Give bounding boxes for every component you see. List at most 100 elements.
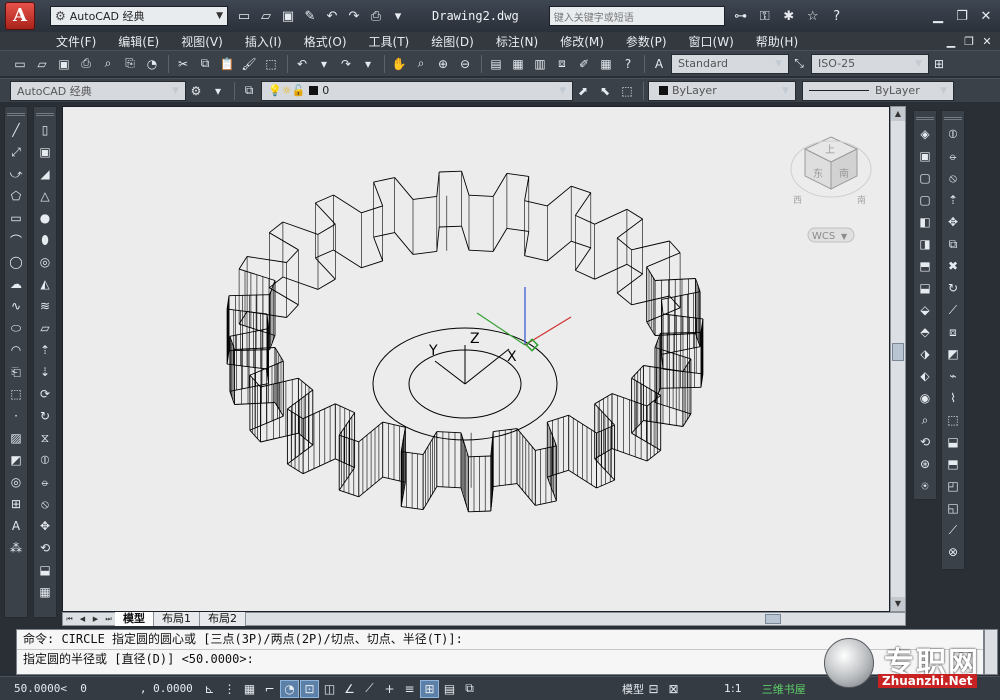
rectangle-icon[interactable]: ▭: [6, 208, 26, 228]
intersect-icon[interactable]: ⦸: [943, 168, 963, 188]
menu-edit[interactable]: 编辑(E): [118, 33, 159, 50]
line-icon[interactable]: ╱: [6, 120, 26, 140]
3d-dwf-icon[interactable]: ◔: [142, 54, 162, 74]
communication-center-icon[interactable]: ✱: [779, 6, 799, 26]
drawing-minimize-icon[interactable]: ▁: [944, 35, 958, 48]
menu-tools[interactable]: 工具(T): [369, 33, 410, 50]
table-style-icon[interactable]: ⊞: [929, 54, 949, 74]
transparency-icon[interactable]: ⊞: [420, 679, 439, 698]
drawing-restore-icon[interactable]: ❐: [962, 35, 976, 48]
text-style-icon[interactable]: A: [649, 54, 669, 74]
plot-icon[interactable]: ⎙: [76, 54, 96, 74]
helix-icon[interactable]: ≋: [35, 296, 55, 316]
region-icon[interactable]: ◎: [6, 472, 26, 492]
workspace-switcher[interactable]: ⚙ AutoCAD 经典 ▼: [50, 6, 228, 26]
menu-draw[interactable]: 绘图(D): [431, 33, 474, 50]
view-top-icon[interactable]: ⬒: [915, 256, 935, 276]
dynamic-input-icon[interactable]: +: [380, 680, 399, 698]
multiline-text-icon[interactable]: A: [6, 516, 26, 536]
ellipse-icon[interactable]: ⬭: [6, 318, 26, 338]
menu-help[interactable]: 帮助(H): [756, 33, 798, 50]
offset-faces-icon[interactable]: ⧉: [943, 234, 963, 254]
object-snap-tracking-icon[interactable]: ∠: [340, 680, 359, 698]
wcs-menu-button[interactable]: WCS ▼: [807, 227, 855, 243]
menu-insert[interactable]: 插入(I): [245, 33, 282, 50]
se-iso-icon[interactable]: ⬘: [915, 322, 935, 342]
zoom-window-icon[interactable]: ⊕: [433, 54, 453, 74]
pyramid-icon[interactable]: ◭: [35, 274, 55, 294]
open-folder-icon[interactable]: ▱: [256, 6, 276, 26]
toolbar-grip[interactable]: [944, 117, 962, 120]
zoom-extents-icon[interactable]: ⌕: [915, 410, 935, 430]
layer-previous-icon[interactable]: ⬉: [595, 81, 615, 101]
nw-iso-icon[interactable]: ⬖: [915, 366, 935, 386]
tab-layout2[interactable]: 布局2: [200, 612, 246, 626]
walk-icon[interactable]: ⍟: [915, 476, 935, 496]
vertical-scrollbar[interactable]: ▲ ▼: [890, 106, 906, 612]
3d-object-snap-icon[interactable]: ◫: [320, 680, 339, 698]
3d-rotate-icon[interactable]: ⟲: [35, 538, 55, 558]
zoom-previous-icon[interactable]: ⊖: [455, 54, 475, 74]
annotation-scale[interactable]: 1:1: [724, 682, 742, 695]
circle-icon[interactable]: ◯: [6, 252, 26, 272]
command-prompt-input[interactable]: 指定圆的半径或 [直径(D)] <50.0000>:: [17, 649, 983, 668]
ortho-mode-icon[interactable]: ⌐: [260, 680, 279, 698]
camera-icon[interactable]: ◉: [915, 388, 935, 408]
clean-icon[interactable]: ⬓: [943, 432, 963, 452]
snap-mode-icon[interactable]: ⋮: [220, 680, 239, 698]
revision-cloud-icon[interactable]: ☁: [6, 274, 26, 294]
arc-icon[interactable]: ⌒: [6, 230, 26, 250]
dim-style-icon[interactable]: ⤡: [789, 54, 809, 74]
taper-faces-icon[interactable]: ⟋: [943, 300, 963, 320]
dynamic-ucs-icon[interactable]: ⟋: [360, 680, 379, 698]
application-menu-button[interactable]: A: [0, 0, 40, 32]
help-icon[interactable]: ?: [618, 54, 638, 74]
color-faces-icon[interactable]: ◩: [943, 344, 963, 364]
color-edges-icon[interactable]: ⌇: [943, 388, 963, 408]
polygon-icon[interactable]: ⬠: [6, 186, 26, 206]
object-snap-icon[interactable]: ⊡: [300, 679, 319, 698]
grid-display-icon[interactable]: ▦: [240, 680, 259, 698]
vertical-scroll-thumb[interactable]: [892, 343, 904, 361]
undo-icon[interactable]: ↶: [322, 6, 342, 26]
copy-edges-icon[interactable]: ⌁: [943, 366, 963, 386]
save-as-icon[interactable]: ✎: [300, 6, 320, 26]
check-icon[interactable]: ◱: [943, 498, 963, 518]
layer-properties-icon[interactable]: ⧉: [239, 81, 259, 101]
minimize-icon[interactable]: ▁: [926, 6, 950, 26]
revolve-icon[interactable]: ↻: [35, 406, 55, 426]
qnew-icon[interactable]: ▭: [10, 54, 30, 74]
sw-iso-icon[interactable]: ⬙: [915, 300, 935, 320]
dim-style-select[interactable]: ISO-25 ▼: [811, 53, 929, 74]
pan-icon[interactable]: ✋: [389, 54, 409, 74]
point-icon[interactable]: ·: [6, 406, 26, 426]
box-shade-icon[interactable]: ▣: [915, 146, 935, 166]
sphere-icon[interactable]: ●: [35, 208, 55, 228]
lineweight-icon[interactable]: ≡: [400, 680, 419, 698]
scroll-up-icon[interactable]: ▲: [891, 107, 905, 121]
search-input[interactable]: 键入关键字或短语: [548, 6, 725, 26]
tab-layout1[interactable]: 布局1: [154, 612, 200, 626]
next-tab-icon[interactable]: ▶: [89, 613, 102, 625]
orbit-icon[interactable]: ⟲: [915, 432, 935, 452]
cone-icon[interactable]: △: [35, 186, 55, 206]
insert-block-icon[interactable]: ⎗: [6, 362, 26, 382]
restore-icon[interactable]: ❐: [950, 6, 974, 26]
interfere-icon[interactable]: ⊗: [943, 542, 963, 562]
subtract-icon[interactable]: ⦵: [943, 146, 963, 166]
horizontal-scrollbar[interactable]: [275, 613, 887, 625]
loft-icon[interactable]: ⧖: [35, 428, 55, 448]
layer-select[interactable]: 💡 ☼ 🔓 0 ▼: [261, 80, 573, 101]
menu-view[interactable]: 视图(V): [181, 33, 223, 50]
drawing-canvas[interactable]: Y Z X 上 东 南 西 南 WCS ▼: [62, 106, 890, 612]
render-icon[interactable]: ◈: [915, 124, 935, 144]
3d-move-icon[interactable]: ✥: [35, 516, 55, 536]
tab-model[interactable]: 模型: [115, 612, 154, 626]
color-select[interactable]: ByLayer ▼: [648, 80, 796, 101]
separate-icon[interactable]: ⬒: [943, 454, 963, 474]
add-selected-icon[interactable]: ⁂: [6, 538, 26, 558]
torus-icon[interactable]: ◎: [35, 252, 55, 272]
view-back-icon[interactable]: ▢: [915, 190, 935, 210]
menu-window[interactable]: 窗口(W): [689, 33, 734, 50]
first-tab-icon[interactable]: ⏮: [63, 613, 76, 625]
